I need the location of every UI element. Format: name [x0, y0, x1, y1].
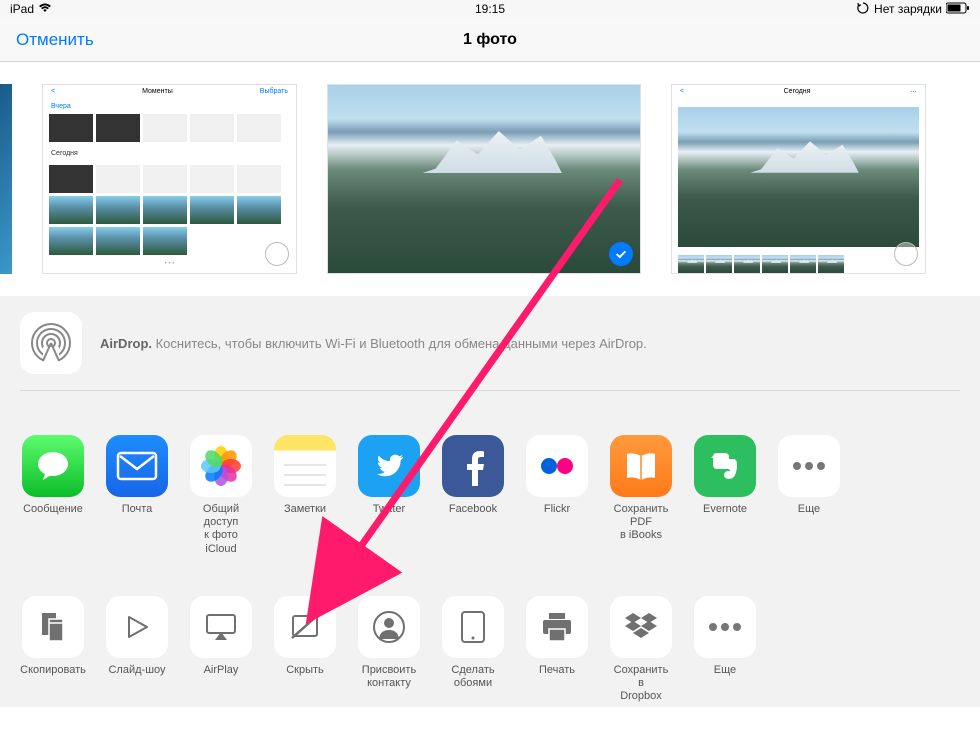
- dropbox-icon: [610, 596, 672, 658]
- facebook-icon: [442, 435, 504, 497]
- share-actions-row[interactable]: Скопировать Слайд-шоу AirPlay Скрыть При: [0, 582, 980, 708]
- messages-icon: [22, 435, 84, 497]
- page-title: 1 фото: [463, 31, 517, 49]
- status-left: iPad: [10, 2, 52, 16]
- status-bar: iPad 19:15 Нет зарядки: [0, 0, 980, 18]
- flickr-icon: [526, 435, 588, 497]
- print-icon: [526, 596, 588, 658]
- selection-circle[interactable]: [894, 242, 918, 266]
- evernote-icon: [694, 435, 756, 497]
- share-app-notes[interactable]: Заметки: [274, 435, 336, 556]
- share-app-evernote[interactable]: Evernote: [694, 435, 756, 556]
- action-dropbox[interactable]: Сохранить в Dropbox: [610, 596, 672, 704]
- battery-icon: [946, 2, 970, 17]
- wifi-icon: [38, 2, 52, 16]
- airplay-icon: [190, 596, 252, 658]
- share-app-mail[interactable]: Почта: [106, 435, 168, 556]
- cancel-button[interactable]: Отменить: [16, 30, 94, 50]
- mail-icon: [106, 435, 168, 497]
- action-airplay[interactable]: AirPlay: [190, 596, 252, 704]
- action-print[interactable]: Печать: [526, 596, 588, 704]
- photos-icon: [190, 435, 252, 497]
- action-more[interactable]: Еще: [694, 596, 756, 704]
- action-slideshow[interactable]: Слайд-шоу: [106, 596, 168, 704]
- photo-strip[interactable]: <МоментыВыбрать Вчера Сегодня • • • <Сег…: [0, 62, 980, 296]
- share-apps-row[interactable]: Сообщение Почта Общий д: [0, 421, 980, 560]
- sync-icon: [856, 1, 870, 18]
- action-assign-contact[interactable]: Присвоить контакту: [358, 596, 420, 704]
- nav-bar: Отменить 1 фото: [0, 18, 980, 62]
- copy-icon: [22, 596, 84, 658]
- hide-icon: [274, 596, 336, 658]
- share-app-facebook[interactable]: Facebook: [442, 435, 504, 556]
- share-app-icloud-photos[interactable]: Общий доступ к фото iCloud: [190, 435, 252, 556]
- device-name: iPad: [10, 2, 34, 16]
- ibooks-icon: [610, 435, 672, 497]
- share-sheet: AirDrop. Коснитесь, чтобы включить Wi-Fi…: [0, 296, 980, 707]
- more-icon: [778, 435, 840, 497]
- airdrop-section[interactable]: AirDrop. Коснитесь, чтобы включить Wi-Fi…: [0, 296, 980, 390]
- selection-circle[interactable]: [265, 242, 289, 266]
- share-app-more[interactable]: Еще: [778, 435, 840, 556]
- notes-icon: [274, 435, 336, 497]
- photo-thumbnail-selected[interactable]: [327, 84, 641, 274]
- play-icon: [106, 596, 168, 658]
- photo-thumbnail[interactable]: <МоментыВыбрать Вчера Сегодня • • •: [42, 84, 297, 274]
- airdrop-text: AirDrop. Коснитесь, чтобы включить Wi-Fi…: [100, 336, 647, 351]
- share-app-ibooks[interactable]: Сохранить PDF в iBooks: [610, 435, 672, 556]
- more-icon: [694, 596, 756, 658]
- twitter-icon: [358, 435, 420, 497]
- battery-text: Нет зарядки: [874, 2, 942, 16]
- share-app-twitter[interactable]: Twitter: [358, 435, 420, 556]
- airdrop-icon: [20, 312, 82, 374]
- share-app-flickr[interactable]: Flickr: [526, 435, 588, 556]
- status-time: 19:15: [475, 2, 505, 16]
- photo-thumbnail-partial[interactable]: [0, 84, 12, 274]
- action-copy[interactable]: Скопировать: [22, 596, 84, 704]
- photo-thumbnail[interactable]: <Сегодня⋯: [671, 84, 926, 274]
- status-right: Нет зарядки: [856, 1, 970, 18]
- action-wallpaper[interactable]: Сделать обоями: [442, 596, 504, 704]
- wallpaper-icon: [442, 596, 504, 658]
- share-app-messages[interactable]: Сообщение: [22, 435, 84, 556]
- contact-icon: [358, 596, 420, 658]
- selection-check-icon[interactable]: [609, 242, 633, 266]
- action-hide[interactable]: Скрыть: [274, 596, 336, 704]
